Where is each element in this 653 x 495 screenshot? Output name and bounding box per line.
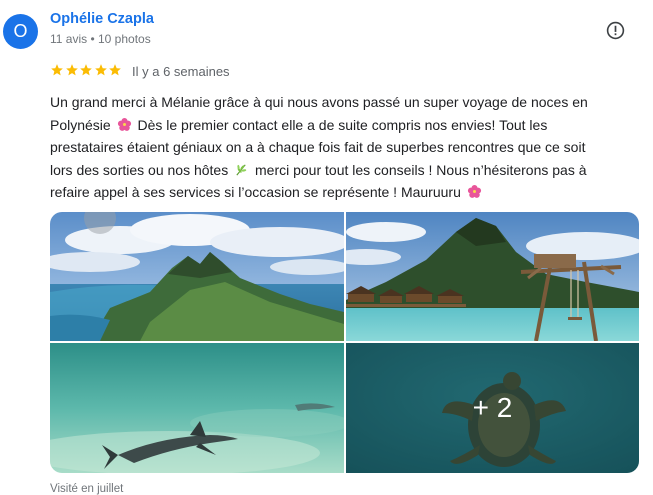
photo-turtle-underwater[interactable]: + 2 <box>346 343 639 473</box>
review-date: Il y a 6 semaines <box>132 64 230 79</box>
more-photos-count: + 2 <box>472 392 513 423</box>
avatar-initial: O <box>13 21 28 41</box>
photo-shark-underwater[interactable] <box>50 343 344 473</box>
photo-overwater-bungalows-swing[interactable] <box>346 212 639 341</box>
photo-gallery: + 2 <box>50 212 639 473</box>
hibiscus-emoji-icon <box>467 184 481 198</box>
photo-mountain-lagoon[interactable] <box>50 212 344 341</box>
more-photos-overlay[interactable]: + 2 <box>346 343 639 473</box>
avatar[interactable]: O <box>3 14 38 49</box>
reviewer-meta: 11 avis • 10 photos <box>50 32 151 46</box>
star-icon <box>109 64 121 76</box>
star-icon <box>94 64 107 76</box>
reviewer-name[interactable]: Ophélie Czapla <box>50 11 154 27</box>
star-icon <box>80 64 92 76</box>
hibiscus-emoji-icon <box>117 117 131 131</box>
review-text: Un grand merci à Mélanie grâce à qui nou… <box>50 91 610 204</box>
star-rating <box>50 63 123 81</box>
star-icon <box>51 64 63 76</box>
visited-date: Visité en juillet <box>50 483 124 495</box>
star-icon <box>65 64 78 76</box>
herb-emoji-icon <box>236 163 247 175</box>
report-icon[interactable] <box>606 21 625 40</box>
